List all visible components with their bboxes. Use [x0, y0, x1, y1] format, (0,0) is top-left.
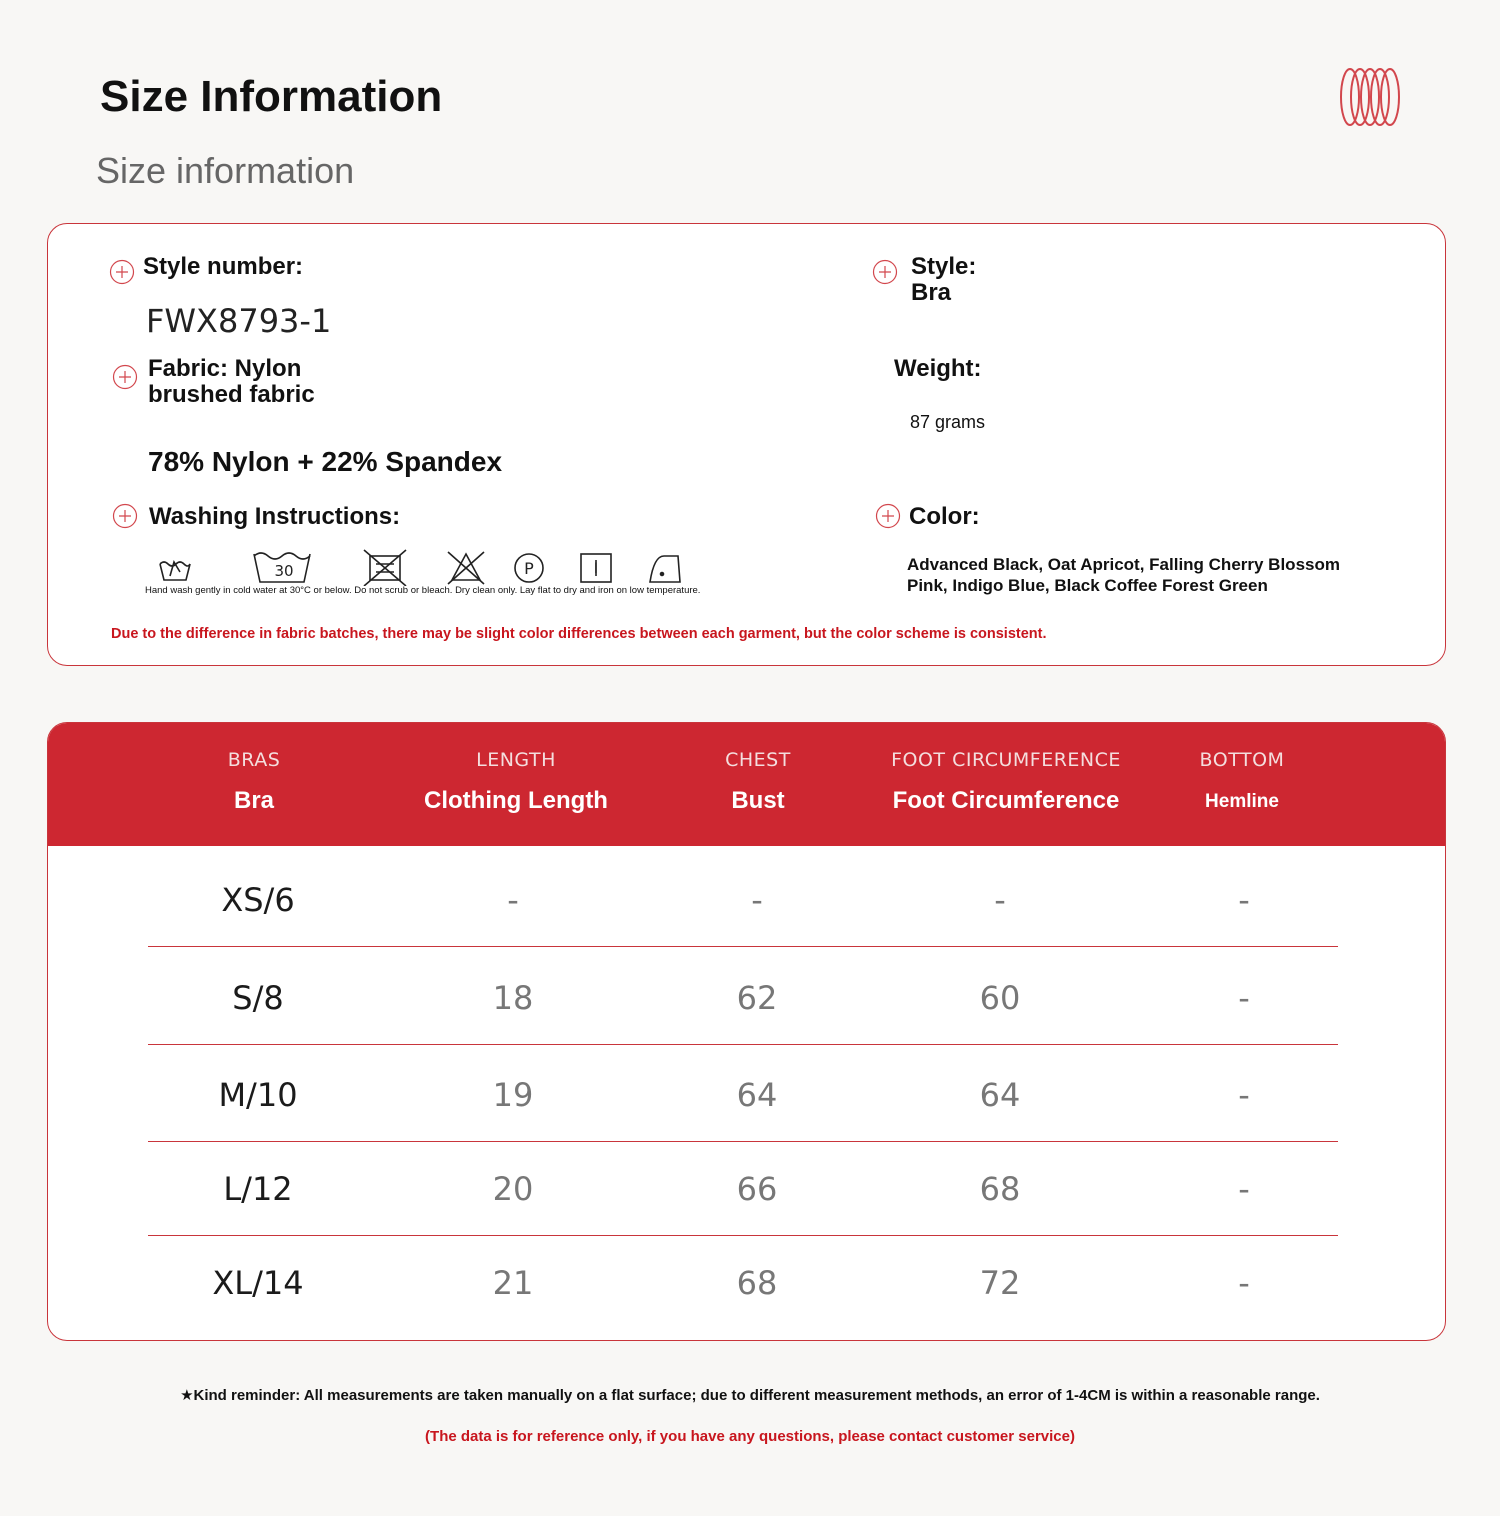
- table-row: L/12 20 66 68 -: [148, 1142, 1338, 1236]
- size-table: BRAS Bra LENGTH Clothing Length CHEST Bu…: [47, 722, 1446, 1341]
- hand-wash-icon: [159, 560, 191, 581]
- do-not-scrub-icon: [363, 549, 407, 586]
- contact-note: (The data is for reference only, if you …: [425, 1428, 1075, 1445]
- fabric-composition: 78% Nylon + 22% Spandex: [148, 446, 503, 477]
- product-info-card: Style number: FWX8793-1 Style: Bra Fabri…: [47, 223, 1446, 666]
- column-header-foot-circumference: FOOT CIRCUMFERENCE Foot Circumference: [891, 749, 1121, 814]
- weight-value: 87 grams: [910, 412, 986, 432]
- plus-circle-icon: [112, 364, 138, 390]
- style-number-label: Style number:: [143, 253, 304, 280]
- table-row: S/8 18 62 60 -: [148, 951, 1338, 1045]
- svg-text:30: 30: [274, 562, 293, 580]
- table-row: M/10 19 64 64 -: [148, 1048, 1338, 1142]
- style-number-value: FWX8793-1: [146, 302, 332, 340]
- weight-label: Weight:: [894, 355, 982, 382]
- style-label: Style:: [911, 253, 977, 280]
- fabric-label-line2: brushed fabric: [148, 381, 315, 408]
- fabric-label: Fabric: Nylon: [148, 355, 302, 382]
- color-label: Color:: [909, 503, 980, 530]
- plus-circle-icon: [872, 259, 898, 285]
- plus-circle-icon: [112, 503, 138, 529]
- table-header: BRAS Bra LENGTH Clothing Length CHEST Bu…: [48, 723, 1445, 846]
- column-header-bras: BRAS Bra: [227, 749, 281, 814]
- svg-text:I: I: [594, 561, 598, 577]
- svg-text:P: P: [524, 559, 534, 578]
- page-title: Size Information: [100, 72, 443, 121]
- measurement-reminder: ★Kind reminder: All measurements are tak…: [180, 1387, 1320, 1404]
- washing-note: Hand wash gently in cold water at 30°C o…: [145, 585, 701, 596]
- style-value: Bra: [911, 279, 952, 306]
- iron-low-icon: [649, 555, 681, 583]
- page-subtitle: Size information: [96, 150, 355, 191]
- color-list-line1: Advanced Black, Oat Apricot, Falling Che…: [907, 555, 1340, 574]
- table-row: XL/14 21 68 72 -: [212, 1264, 1250, 1302]
- color-list-line2: Pink, Indigo Blue, Black Coffee Forest G…: [907, 576, 1268, 595]
- washing-label: Washing Instructions:: [149, 503, 401, 530]
- washing-icons: 30 P I: [159, 549, 681, 586]
- brand-rings-logo: [1340, 68, 1400, 126]
- plus-circle-icon: [109, 259, 135, 285]
- column-header-length: LENGTH Clothing Length: [424, 749, 608, 814]
- table-row: XS/6 - - - -: [148, 853, 1338, 947]
- column-header-bottom: BOTTOM Hemline: [1199, 749, 1285, 812]
- do-not-bleach-icon: [447, 551, 485, 585]
- color-disclaimer: Due to the difference in fabric batches,…: [111, 626, 1047, 642]
- plus-circle-icon: [875, 503, 901, 529]
- column-header-chest: CHEST Bust: [725, 749, 791, 814]
